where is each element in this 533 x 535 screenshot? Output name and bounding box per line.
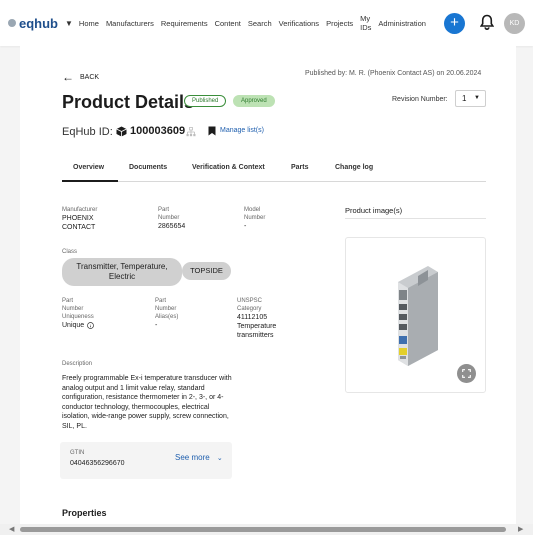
uniqueness-label-line1: Part: [62, 298, 74, 304]
chevron-down-icon[interactable]: ▼: [65, 19, 73, 28]
info-icon[interactable]: [87, 322, 95, 329]
chevron-down-icon: ⌄: [216, 455, 223, 462]
see-more-label: See more: [175, 453, 210, 462]
tab-verification-context[interactable]: Verification & Context: [192, 164, 265, 171]
model-number-value: -: [244, 223, 247, 230]
nav-projects[interactable]: Projects: [326, 19, 353, 28]
uniqueness-label-line2: Number: [62, 306, 84, 312]
status-badge-approved: Approved: [233, 95, 275, 107]
revision-label: Revision Number:: [392, 96, 448, 103]
fullscreen-button[interactable]: [457, 364, 476, 383]
eqhub-logo[interactable]: eqhub: [8, 16, 58, 31]
fullscreen-icon: [462, 369, 471, 378]
nav-manufacturers[interactable]: Manufacturers: [106, 19, 154, 28]
tab-documents[interactable]: Documents: [129, 164, 167, 171]
active-tab-indicator: [62, 180, 118, 182]
uniqueness-value-row: Unique: [62, 321, 95, 330]
properties-title: Properties: [62, 508, 107, 518]
product-details-card: ← BACK Published by: M. R. (Phoenix Cont…: [20, 46, 516, 530]
eqhub-id-label: EqHub ID:: [62, 126, 113, 138]
horizontal-scrollbar[interactable]: ◀ ▶: [0, 524, 533, 535]
class-chip-transmitter: Transmitter, Temperature, Electric: [62, 258, 182, 286]
nav-my-ids[interactable]: My IDs: [360, 14, 371, 32]
model-number-label-line1: Model: [244, 207, 261, 213]
tab-change-log[interactable]: Change log: [335, 164, 373, 171]
model-number-label-line2: Number: [244, 215, 266, 221]
uniqueness-field: Part Number Uniqueness Unique: [62, 297, 95, 330]
nav-administration[interactable]: Administration: [378, 19, 426, 28]
tab-bar: Overview Documents Verification & Contex…: [62, 156, 486, 182]
nav-search[interactable]: Search: [248, 19, 272, 28]
logo-dot-icon: [8, 19, 16, 27]
gtin-label: GTIN: [70, 450, 85, 456]
nav-verifications[interactable]: Verifications: [279, 19, 319, 28]
part-number-value: 2865654: [158, 223, 186, 230]
published-by: Published by: M. R. (Phoenix Contact AS)…: [305, 70, 482, 77]
uniqueness-label-line3: Uniqueness: [62, 314, 94, 320]
page-title: Product Details: [62, 92, 195, 112]
unspsc-value-line1: 41112105: [237, 314, 268, 321]
cube-icon: [116, 126, 127, 137]
description-label: Description: [62, 361, 93, 367]
class-chip-line2: Electric: [108, 272, 136, 281]
unspsc-value-line3: transmitters: [237, 332, 274, 339]
logo-text: eqhub: [19, 15, 58, 31]
product-images-title: Product image(s): [345, 206, 403, 215]
alias-label-line1: Part: [155, 298, 167, 304]
manage-lists-link[interactable]: Manage list(s): [220, 127, 264, 134]
arrow-left-icon: ←: [62, 70, 74, 84]
unspsc-field: UNSPSC Category 41112105 Temperature tra…: [237, 297, 276, 340]
unspsc-label-line2: Category: [237, 306, 262, 312]
part-number-label-line2: Number: [158, 215, 180, 221]
divider: [345, 218, 486, 219]
class-label: Class: [62, 249, 78, 255]
scroll-left-icon[interactable]: ◀: [9, 525, 14, 533]
eqhub-id-value: 100003609: [130, 125, 186, 137]
part-number-label-line1: Part: [158, 207, 170, 213]
unspsc-label-line1: UNSPSC: [237, 298, 263, 304]
alias-value: -: [155, 322, 158, 329]
alias-field: Part Number Alias(es) -: [155, 297, 178, 330]
description-value: Freely programmable Ex-i temperature tra…: [62, 375, 232, 430]
nav-content[interactable]: Content: [215, 19, 241, 28]
back-label: BACK: [80, 73, 100, 81]
scrollbar-thumb[interactable]: [20, 527, 506, 532]
nav-my-ids-line2: IDs: [360, 23, 372, 32]
revision-value: 1: [462, 94, 467, 103]
uniqueness-value: Unique: [62, 322, 85, 329]
back-button[interactable]: ← BACK: [62, 70, 99, 84]
revision-select[interactable]: 1 ▼: [455, 90, 486, 107]
manufacturer-label: Manufacturer: [62, 207, 98, 213]
hierarchy-icon[interactable]: [186, 127, 196, 137]
bell-icon[interactable]: [480, 14, 494, 30]
nav-my-ids-line1: My: [360, 14, 371, 23]
alias-label-line2: Number: [155, 306, 177, 312]
manufacturer-value-line1: PHOENIX: [62, 215, 94, 222]
add-button[interactable]: +: [444, 13, 465, 34]
bookmark-icon[interactable]: [208, 126, 216, 136]
tab-parts[interactable]: Parts: [291, 164, 309, 171]
alias-label-line3: Alias(es): [155, 314, 179, 320]
top-navbar: eqhub ▼ Home Manufacturers Requirements …: [0, 0, 533, 46]
status-badge-published: Published: [184, 95, 227, 107]
manufacturer-value-line2: CONTACT: [62, 224, 96, 231]
part-number-field: Part Number 2865654: [158, 206, 185, 231]
nav-home[interactable]: Home: [79, 19, 99, 28]
manufacturer-field: Manufacturer PHOENIX CONTACT: [62, 206, 97, 232]
product-image: [398, 266, 438, 366]
class-chip-line1: Transmitter, Temperature,: [76, 262, 168, 271]
tab-overview[interactable]: Overview: [73, 164, 104, 171]
see-more-button[interactable]: See more ⌄: [175, 453, 223, 462]
page: eqhub ▼ Home Manufacturers Requirements …: [0, 0, 533, 535]
nav-requirements[interactable]: Requirements: [161, 19, 208, 28]
class-chip-topside: TOPSIDE: [182, 262, 231, 280]
scroll-right-icon[interactable]: ▶: [518, 525, 523, 533]
model-number-field: Model Number -: [244, 206, 265, 231]
gtin-value: 04046356296670: [70, 460, 125, 467]
caret-down-icon: ▼: [474, 95, 480, 101]
unspsc-value-line2: Temperature: [237, 323, 277, 330]
user-avatar[interactable]: KD: [504, 13, 525, 34]
